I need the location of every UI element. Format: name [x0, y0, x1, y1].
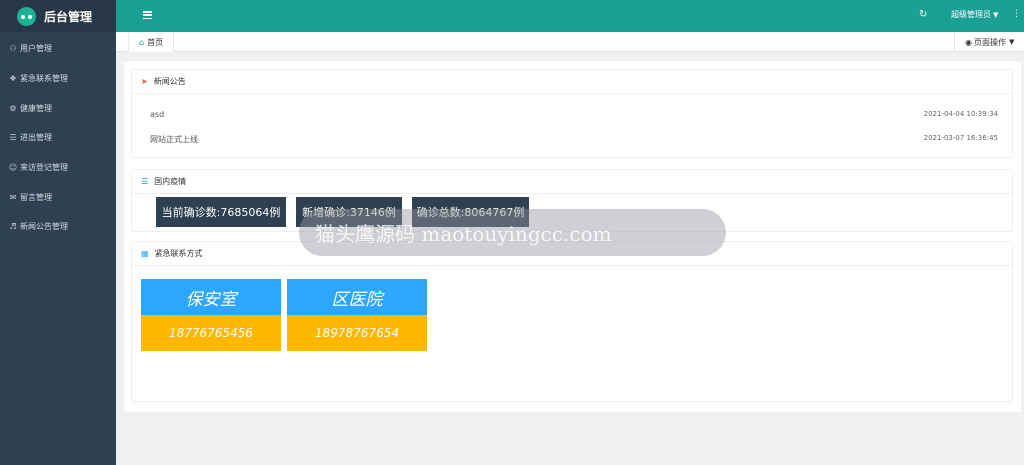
card-header: ☰ 国内疫情	[132, 170, 1012, 194]
logo-icon	[17, 6, 36, 26]
news-item[interactable]: asd 2021-04-04 10:39:34	[150, 110, 998, 119]
sidebar-item-label: 进出管理	[20, 133, 52, 143]
volume-icon: ♬	[9, 222, 17, 232]
comments-icon: ✉	[9, 192, 17, 202]
card-title: 新闻公告	[153, 77, 186, 86]
stat-current-confirmed: 当前确诊数:7685064例	[156, 197, 286, 227]
page-operations-label: 页面操作	[973, 37, 1006, 47]
contact-card[interactable]: 区医院 18978767654	[287, 279, 427, 351]
tab-home-label: 首页	[147, 37, 164, 47]
chevron-down-icon: ▼	[993, 11, 999, 19]
news-time: 2021-04-04 10:39:34	[923, 110, 998, 118]
sidebar-item-label: 用户管理	[20, 44, 52, 54]
sidebar-item-label: 健康管理	[20, 103, 52, 113]
home-icon: ⌂	[139, 37, 145, 47]
user-plus-icon: ☺	[8, 163, 18, 173]
news-card: ➤ 新闻公告 asd 2021-04-04 10:39:34 网站正式上线 20…	[131, 69, 1013, 158]
card-title: 紧急联系方式	[154, 249, 203, 258]
top-bar: ↻ 超级管理员 ▼ ⋮	[116, 0, 1024, 32]
cogs-icon: ⚙	[9, 103, 17, 113]
menu-toggle-icon[interactable]	[143, 11, 152, 20]
user-name: 超级管理员	[951, 10, 991, 19]
page-operations-dropdown[interactable]: ◉ 页面操作 ▼	[954, 32, 1024, 52]
news-title: asd	[150, 110, 165, 119]
credit-card-icon: ▦	[141, 249, 149, 258]
contact-card[interactable]: 保安室 18776765456	[141, 279, 281, 351]
contacts-card: ▦ 紧急联系方式 保安室 18776765456 区医院 18978767654	[131, 241, 1013, 402]
sidebar-item-health[interactable]: ⚙ 健康管理	[0, 93, 116, 123]
chevron-down-icon: ▼	[1008, 38, 1015, 46]
app-title: 后台管理	[44, 9, 93, 24]
sidebar-nav: ⚇ 用户管理 ❖ 紧急联系管理 ⚙ 健康管理 ☰ 进出管理 ☺ 来访登记管理 ✉…	[0, 34, 116, 242]
watermark: 猫头鹰源码 maotouyingcc.com	[299, 209, 726, 256]
sidebar-item-label: 紧急联系管理	[20, 74, 68, 84]
sidebar-item-label: 新闻公告管理	[20, 222, 68, 232]
cubes-icon: ❖	[9, 74, 17, 84]
user-menu[interactable]: 超级管理员 ▼	[951, 9, 998, 20]
card-title: 国内疫情	[154, 177, 187, 186]
sidebar-item-label: 来访登记管理	[20, 163, 68, 173]
sidebar-item-messages[interactable]: ✉ 留言管理	[0, 182, 116, 212]
list-icon: ☰	[141, 177, 149, 186]
sidebar-item-users[interactable]: ⚇ 用户管理	[0, 34, 116, 64]
users-icon: ⚇	[9, 44, 17, 54]
sidebar: 后台管理 ⚇ 用户管理 ❖ 紧急联系管理 ⚙ 健康管理 ☰ 进出管理 ☺ 来访登…	[0, 0, 116, 465]
sidebar-item-access[interactable]: ☰ 进出管理	[0, 123, 116, 153]
news-title: 网站正式上线	[150, 135, 198, 144]
tab-home[interactable]: ⌂ 首页	[128, 32, 175, 52]
sidebar-item-news[interactable]: ♬ 新闻公告管理	[0, 212, 116, 242]
news-time: 2021-03-07 16:36:45	[923, 134, 998, 142]
more-options-icon[interactable]: ⋮	[1012, 10, 1021, 19]
sidebar-item-emergency-contacts[interactable]: ❖ 紧急联系管理	[0, 64, 116, 94]
tab-bar: ⌂ 首页 ◉ 页面操作 ▼	[116, 32, 1024, 52]
contact-name: 保安室	[141, 279, 281, 315]
bullhorn-icon: ➤	[141, 77, 148, 86]
circle-dot-icon: ◉	[965, 37, 972, 47]
refresh-icon[interactable]: ↻	[919, 9, 927, 20]
sidebar-item-visitors[interactable]: ☺ 来访登记管理	[0, 153, 116, 183]
sidebar-item-label: 留言管理	[20, 192, 52, 202]
watermark-text: 猫头鹰源码 maotouyingcc.com	[315, 222, 612, 246]
logo[interactable]: 后台管理	[0, 0, 116, 32]
news-item[interactable]: 网站正式上线 2021-03-07 16:36:45	[150, 134, 998, 145]
contact-name: 区医院	[287, 279, 427, 315]
card-header: ➤ 新闻公告	[132, 70, 1012, 94]
contact-phone: 18978767654	[287, 315, 427, 351]
contact-phone: 18776765456	[141, 315, 281, 351]
list-icon: ☰	[9, 133, 17, 143]
